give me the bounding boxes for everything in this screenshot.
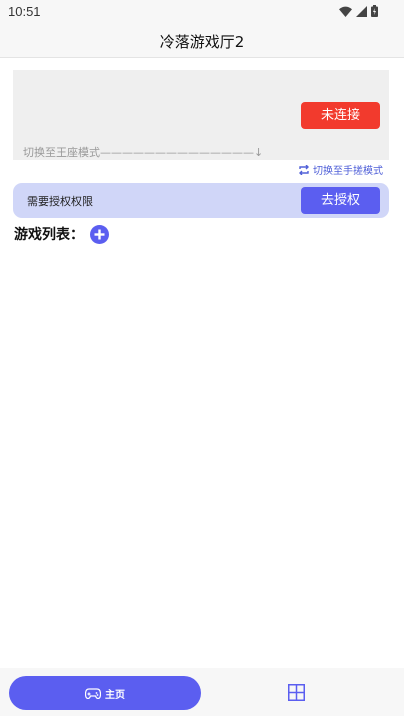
games-list-title: 游戏列表： [14, 227, 84, 243]
page-title: 冷落游戏厅2 [159, 33, 245, 51]
battery-icon [371, 5, 378, 17]
switch-mode-label: 切换至手搓模式 [313, 166, 383, 177]
device-panel: 未连接 切换至王座模式——————————————↓ [13, 70, 389, 160]
auth-banner: 需要授权权限 去授权 [13, 183, 389, 218]
games-header: 游戏列表： [14, 224, 109, 244]
grid-icon[interactable] [288, 684, 305, 701]
bottom-nav: 主页 [0, 668, 404, 716]
connect-button[interactable]: 未连接 [301, 102, 380, 129]
plus-circle-icon[interactable] [90, 224, 109, 244]
app-bar: 冷落游戏厅2 [0, 24, 404, 58]
switch-mode-link[interactable]: 切换至手搓模式 [298, 162, 383, 177]
gamepad-icon [85, 687, 101, 699]
status-icons [339, 5, 378, 17]
authorize-button[interactable]: 去授权 [301, 187, 380, 214]
throne-mode-hint: 切换至王座模式——————————————↓ [23, 146, 264, 159]
status-bar: 10:51 [0, 0, 404, 24]
swap-icon [299, 164, 309, 175]
tab-home-label: 主页 [105, 689, 125, 701]
signal-icon [356, 5, 367, 17]
wifi-icon [339, 6, 352, 17]
tab-home[interactable]: 主页 [9, 676, 201, 710]
auth-message: 需要授权权限 [27, 195, 93, 208]
status-time: 10:51 [8, 4, 41, 19]
